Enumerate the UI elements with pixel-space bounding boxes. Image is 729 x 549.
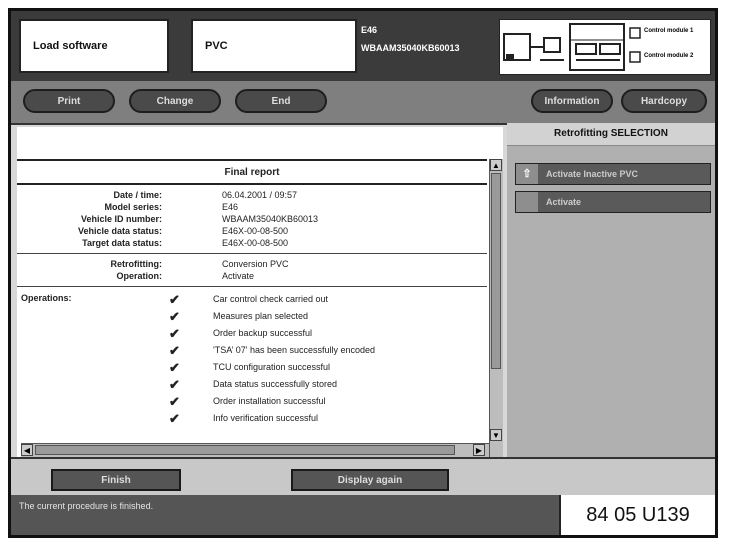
selection-title: Retrofitting SELECTION [507, 123, 715, 146]
vin-text: WBAAM35040KB60013 [361, 43, 460, 53]
information-button[interactable]: Information [531, 89, 613, 113]
connection-diagram: Control module 1 Control module 2 [499, 19, 711, 75]
scroll-left-icon[interactable]: ◀ [21, 444, 33, 456]
diagram-label-1: Control module 1 [644, 28, 694, 34]
vertical-scrollbar[interactable]: ▲ ▼ [489, 159, 503, 457]
task-label: Load software [33, 40, 108, 52]
model-series-text: E46 [361, 25, 378, 35]
operation-text: Measures plan selected [213, 311, 309, 321]
checkmark-icon: ✔ [169, 292, 180, 307]
selection-item-activate[interactable]: Activate [515, 191, 711, 213]
row-value: WBAAM35040KB60013 [222, 214, 319, 224]
operation-item: ✔ Car control check carried out [17, 291, 487, 308]
display-again-button[interactable]: Display again [291, 469, 449, 491]
diagram-label-2: Control module 2 [644, 53, 694, 59]
row-key: Date / time: [113, 190, 162, 200]
checkmark-icon: ✔ [169, 343, 180, 358]
operation-item: ✔ TCU configuration successful [17, 359, 487, 376]
checkmark-icon: ✔ [169, 377, 180, 392]
status-bar: The current procedure is finished. 84 05… [11, 495, 715, 535]
operations-list: Operations: ✔ Car control check carried o… [17, 291, 487, 427]
row-value: 06.04.2001 / 09:57 [222, 190, 298, 200]
app-window: Load software PVC E46 WBAAM35040KB60013 [8, 8, 718, 538]
checkmark-icon: ✔ [169, 394, 180, 409]
image-code: 84 05 U139 [559, 495, 715, 535]
checkmark-icon: ✔ [169, 360, 180, 375]
operation-text: TCU configuration successful [213, 362, 331, 372]
checkmark-icon: ✔ [169, 411, 180, 426]
operation-text: Info verification successful [213, 413, 319, 423]
report-retrofit: Retrofitting: Conversion PVC Operation: Act… [17, 258, 487, 282]
scroll-thumb[interactable] [491, 173, 501, 369]
row-value: E46X-00-08-500 [222, 226, 289, 236]
toolbar: Print Change End Information Hardcopy [11, 81, 715, 125]
checkmark-icon: ✔ [169, 309, 180, 324]
status-text: The current procedure is finished. [19, 501, 154, 511]
row-value: E46X-00-08-500 [222, 238, 289, 248]
item-marker-icon [516, 192, 538, 212]
selection-item-label: Activate [546, 197, 582, 207]
row-key: Model series: [104, 202, 162, 212]
end-button[interactable]: End [235, 89, 327, 113]
print-button[interactable]: Print [23, 89, 115, 113]
detail-row: Date / time: 06.04.2001 / 09:57 [17, 189, 487, 201]
vehicle-info: E46 WBAAM35040KB60013 [361, 21, 460, 57]
change-button[interactable]: Change [129, 89, 221, 113]
hardcopy-button[interactable]: Hardcopy [621, 89, 707, 113]
row-key: Vehicle data status: [77, 226, 162, 236]
divider [17, 253, 487, 254]
operation-item: ✔ Info verification successful [17, 410, 487, 427]
operation-item: ✔ 'TSA’ 07' has been successfully encoded [17, 342, 487, 359]
report-title: Final report [17, 159, 487, 185]
header-bar: Load software PVC E46 WBAAM35040KB60013 [11, 11, 715, 81]
row-value: E46 [222, 202, 239, 212]
detail-row: Vehicle ID number: WBAAM35040KB60013 [17, 213, 487, 225]
task-field: Load software [19, 19, 169, 73]
row-value: Conversion PVC [222, 259, 289, 269]
scroll-down-icon[interactable]: ▼ [490, 429, 502, 441]
operation-item: ✔ Order installation successful [17, 393, 487, 410]
operation-text: Order backup successful [213, 328, 313, 338]
selection-item-activate-inactive[interactable]: ⇧ Activate Inactive PVC [515, 163, 711, 185]
detail-row: Model series: E46 [17, 201, 487, 213]
row-key: Target data status: [82, 238, 162, 248]
operation-text: Car control check carried out [213, 294, 329, 304]
vehicle-label: PVC [205, 40, 228, 52]
detail-row: Vehicle data status: E46X-00-08-500 [17, 225, 487, 237]
operation-item: ✔ Order backup successful [17, 325, 487, 342]
report-details: Date / time: 06.04.2001 / 09:57 Model seri… [17, 189, 487, 249]
arrow-up-icon: ⇧ [516, 164, 538, 184]
retrofit-row: Retrofitting: Conversion PVC [17, 258, 487, 270]
horizontal-scrollbar[interactable]: ◀ ▶ [21, 443, 489, 457]
finish-button[interactable]: Finish [51, 469, 181, 491]
selection-item-label: Activate Inactive PVC [546, 169, 639, 179]
operation-text: 'TSA’ 07' has been successfully encoded [213, 345, 376, 355]
operation-text: Data status successfully stored [213, 379, 338, 389]
row-value: Activate [222, 271, 255, 281]
scroll-up-icon[interactable]: ▲ [490, 159, 502, 171]
checkmark-icon: ✔ [169, 326, 180, 341]
final-report: Final report Date / time: 06.04.2001 / 09… [17, 159, 487, 443]
operation-item: ✔ Measures plan selected [17, 308, 487, 325]
operation-item: ✔ Data status successfully stored [17, 376, 487, 393]
vehicle-field: PVC [191, 19, 357, 73]
row-key: Vehicle ID number: [80, 214, 162, 224]
retrofit-row: Operation: Activate [17, 270, 487, 282]
row-key: Retrofitting: [110, 259, 163, 269]
operation-text: Order installation successful [213, 396, 326, 406]
selection-panel: Retrofitting SELECTION ⇧ Activate Inacti… [507, 123, 715, 457]
footer-bar: Finish Display again [11, 457, 715, 497]
scroll-thumb-horizontal[interactable] [35, 445, 455, 455]
detail-row: Target data status: E46X-00-08-500 [17, 237, 487, 249]
scroll-right-icon[interactable]: ▶ [473, 444, 485, 456]
divider [17, 286, 487, 287]
row-key: Operation: [116, 271, 162, 281]
report-panel: Final report Date / time: 06.04.2001 / 09… [17, 127, 503, 457]
